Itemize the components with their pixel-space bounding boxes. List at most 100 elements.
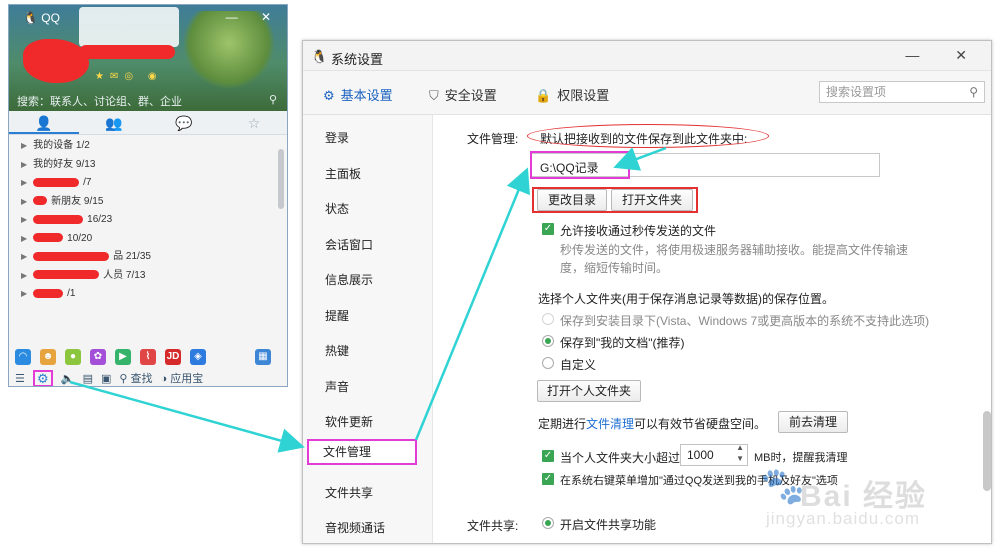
window-titlebar: 🐧 系统设置 — ✕ [303,41,991,71]
qq-title: 🐧 QQ [23,11,60,25]
sidebar-item-av-calls[interactable]: 音视频通话 [325,519,385,536]
tab-permission-settings[interactable]: 🔒 权限设置 [535,85,609,104]
sidebar-item-main-panel[interactable]: 主面板 [325,165,361,182]
app-icon[interactable]: ◠ [15,349,31,365]
volume-icon[interactable]: 🔈 [61,372,75,385]
size-limit-checkbox[interactable]: ✓ [542,450,554,462]
enable-file-share-label: 开启文件共享功能 [560,518,657,532]
qq-penguin-icon: 🐧 [311,49,328,64]
jd-app-icon[interactable]: JD [165,349,181,365]
qq-main-panel: 🐧 QQ — ✕ ★✉◎ ◉ 搜索：联系人、讨论组、群、企业 ⚲ 👤 👥 💬 ☆… [8,4,288,387]
sidebar-item-chat-window[interactable]: 会话窗口 [325,236,373,253]
sidebar-item-software-update[interactable]: 软件更新 [325,413,373,430]
contact-group[interactable]: ▶ 16/23 [9,211,279,230]
settings-search-placeholder: 搜索设置项 [826,85,887,99]
sidebar-item-hotkeys[interactable]: 热键 [325,342,349,359]
sidebar-item-status[interactable]: 状态 [325,200,349,217]
contacts-tab-icon[interactable]: 👤 [9,111,79,134]
allow-fast-transfer-label: 允许接收通过秒传发送的文件 [560,224,717,238]
lock-icon: 🔒 [535,88,552,103]
size-limit-suffix: MB时，提醒我清理 [754,452,848,464]
my-documents-option-label: 保存到"我的文档"(推荐) [560,336,685,350]
redacted-nickname [79,45,175,59]
sidebar-item-file-management[interactable]: 文件管理 [307,439,417,465]
sidebar-item-login[interactable]: 登录 [325,129,349,146]
fast-transfer-desc-line2: 度，缩短传输时间。 [560,261,669,275]
contact-list-scrollbar[interactable] [278,149,284,209]
stepper-down-icon[interactable]: ▼ [736,454,744,463]
tab-security-settings[interactable]: ⛉ 安全设置 [429,85,497,104]
qq-title-text: QQ [41,11,60,25]
context-menu-checkbox[interactable]: ✓ [542,473,554,485]
shield-icon: ⛉ [429,88,439,103]
contact-group[interactable]: ▶ 我的好友 9/13 [9,156,279,175]
go-cleanup-button[interactable]: 前去清理 [778,411,848,433]
redacted-avatar [23,39,89,83]
status-icons[interactable]: ★✉◎ ◉ [95,71,163,82]
gear-icon: ⚙ [323,88,335,103]
contact-search-placeholder: 搜索：联系人、讨论组、群、企业 [17,96,182,108]
personal-folder-label: 选择个人文件夹(用于保存消息记录等数据)的保存位置。 [538,292,834,306]
qq-tabs: 👤 👥 💬 ☆ [9,111,287,135]
favorites-tab-icon[interactable]: ☆ [219,111,287,134]
app-store-button[interactable]: ◑ 应用宝 [161,370,204,386]
search-icon[interactable]: ⚲ [969,82,978,102]
contact-search-input[interactable]: 搜索：联系人、讨论组、群、企业 ⚲ [17,93,279,109]
window-controls[interactable]: — ✕ [905,47,983,64]
contact-group[interactable]: ▶/7 [9,174,279,193]
sidebar-item-reminders[interactable]: 提醒 [325,307,349,324]
banner-sky [79,7,179,47]
main-menu-icon[interactable]: ☰ [15,372,25,385]
sidebar-item-sound[interactable]: 声音 [325,378,349,395]
install-dir-radio[interactable] [542,313,554,325]
contact-group[interactable]: ▶ 品 21/35 [9,248,279,267]
stock-app-icon[interactable]: ⌇ [140,349,156,365]
file-cleanup-link[interactable]: 文件清理 [586,417,634,431]
paw-logo-icon: 🐾 [760,465,805,506]
folder-icon[interactable]: ▤ [83,372,93,385]
enable-file-share-radio[interactable] [542,517,554,529]
size-limit-stepper[interactable]: 1000 ▲ ▼ [680,443,748,466]
contact-group[interactable]: ▶ 我的设备 1/2 [9,137,279,156]
groups-tab-icon[interactable]: 👥 [79,111,149,134]
sidebar-item-file-sharing[interactable]: 文件共享 [325,484,373,501]
contact-group[interactable]: ▶ 新朋友 9/15 [9,193,279,212]
hint-highlight-ellipse [527,124,769,148]
contact-group[interactable]: ▶/1 [9,285,279,304]
open-personal-folder-button[interactable]: 打开个人文件夹 [537,380,641,402]
sidebar-item-info-display[interactable]: 信息展示 [325,271,373,288]
app-grid-icon[interactable]: ▦ [255,349,271,365]
baidu-jingyan-watermark: 🐾 Bai 经验 jingyan.baidu.com [760,465,990,535]
shield-app-icon[interactable]: ◈ [190,349,206,365]
file-share-section-label: 文件共享: [467,519,519,533]
app-icon[interactable]: ✿ [90,349,106,365]
settings-gear-icon[interactable]: ⚙ [32,369,53,386]
tab-basic-settings[interactable]: ⚙ 基本设置 [323,85,393,104]
contact-group-list: ▶ 我的设备 1/2 ▶ 我的好友 9/13 ▶/7 ▶ 新朋友 9/15 ▶ 16/2… [9,137,279,343]
video-app-icon[interactable]: ▶ [115,349,131,365]
app-bar: ◠ ☻ ● ✿ ▶ ⌇ JD ◈ ▦ [9,347,287,367]
find-button[interactable]: ⚲ 查找 [119,370,152,386]
profile-banner: 🐧 QQ — ✕ ★✉◎ ◉ 搜索：联系人、讨论组、群、企业 ⚲ [9,5,287,111]
app-icon[interactable]: ☻ [40,349,56,365]
settings-search-input[interactable]: 搜索设置项 ⚲ [819,81,985,103]
my-documents-radio[interactable] [542,335,554,347]
watermark-url: jingyan.baidu.com [766,509,921,528]
custom-radio[interactable] [542,357,554,369]
qq-window-controls[interactable]: — ✕ [226,10,281,24]
open-folder-button[interactable]: 打开文件夹 [611,189,693,211]
bottom-bar: ☰ ⚙ 🔈 ▤ ▣ ⚲ 查找 ◑ 应用宝 [9,369,287,386]
allow-fast-transfer-checkbox[interactable]: ✓ [542,223,554,235]
screenshot-icon[interactable]: ▣ [101,372,111,385]
search-icon[interactable]: ⚲ [269,93,277,106]
chat-tab-icon[interactable]: 💬 [149,111,219,134]
fast-transfer-desc-line1: 秒传发送的文件，将使用极速服务器辅助接收。能提高文件传输速 [560,243,909,257]
stepper-up-icon[interactable]: ▲ [736,443,744,452]
custom-option-label: 自定义 [560,358,597,372]
window-title: 系统设置 [331,52,384,67]
file-management-section-label: 文件管理: [467,132,519,146]
contact-group[interactable]: ▶ 人员 7/13 [9,267,279,286]
change-directory-button[interactable]: 更改目录 [537,189,607,211]
app-icon[interactable]: ● [65,349,81,365]
contact-group[interactable]: ▶ 10/20 [9,230,279,249]
